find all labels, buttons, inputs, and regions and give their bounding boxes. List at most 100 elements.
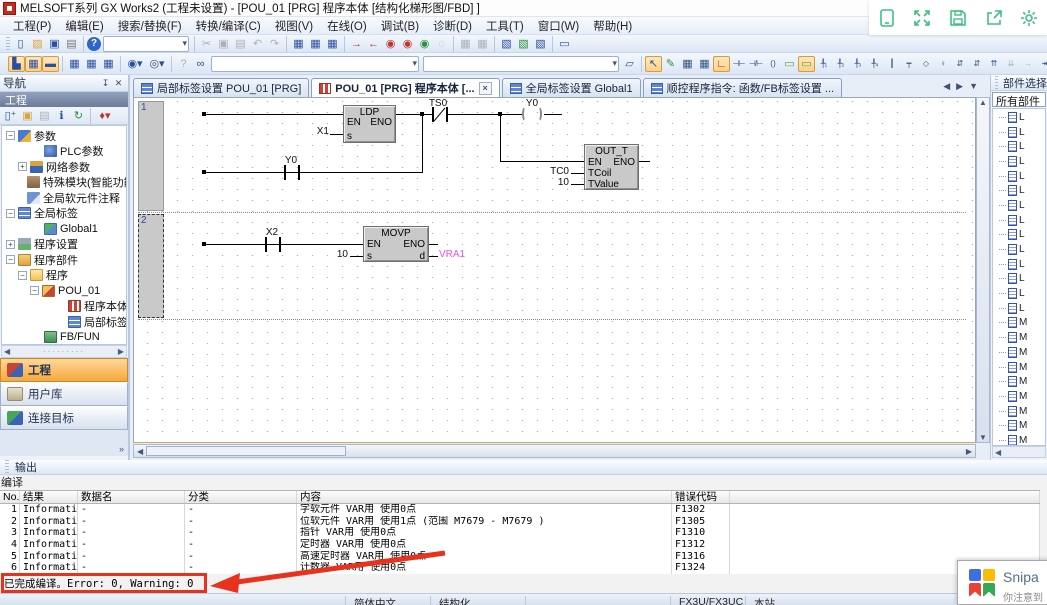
undo-icon[interactable]: ↶ [249,36,266,52]
toolbar-grip[interactable] [6,37,10,51]
pin-icon[interactable]: ↧ [99,77,112,90]
open-branch-icon[interactable]: ╀₁ [815,56,832,72]
tree-item-pou01[interactable]: − POU_01 [2,283,126,299]
vertical-line-icon[interactable]: ┃ [883,56,900,72]
interconnect-mode-icon[interactable]: ✎ [662,56,679,72]
table-row[interactable]: 2 Information - - 位软元件 VAR用 使用1点 (范围 M76… [0,516,1040,528]
parts-list-item[interactable]: M [993,330,1045,345]
list-edit-icon[interactable]: ⇊ [1002,56,1019,72]
menu-item[interactable]: 在线(O) [320,16,374,36]
open-contact-icon[interactable]: ⊣⊢ [730,56,747,72]
parts-list-item[interactable]: L [993,139,1045,154]
parallel-close-icon[interactable]: ╀₄ [866,56,883,72]
device-display-dropdown-icon[interactable]: ◉▾ [124,56,146,72]
window-combo[interactable] [103,36,189,52]
menu-item[interactable]: 视图(V) [268,16,320,36]
tab-global-label[interactable]: 全局标签设置 Global1 [502,78,641,97]
parts-list-item[interactable]: L [993,257,1045,272]
table-row[interactable]: 1 Information - - 字软元件 VAR用 使用0点 F1302 [0,504,1040,516]
device-test2-icon[interactable]: ▦ [474,36,491,52]
save-image-icon[interactable] [948,8,968,28]
panel-grip[interactable] [995,76,998,90]
outt-function-block[interactable]: OUT_T EN ENO TCoil TValue [584,144,639,190]
parts-list-item[interactable]: L [993,198,1045,213]
coil-icon[interactable]: ( ) [764,56,781,72]
parts-filter-dropdown[interactable]: 所有部件 [992,92,1046,107]
remote-operation-icon[interactable]: ▭ [556,36,573,52]
jump-icon[interactable]: → [1019,56,1036,72]
rung1-margin[interactable]: 1 [138,101,164,211]
help-icon[interactable]: ? [87,37,101,51]
copy-data-icon[interactable]: ▣ [19,108,36,124]
expander-icon[interactable]: − [6,209,15,218]
tree-item-plc-parameter[interactable]: PLC参数 [2,144,126,160]
tab-instruction-help[interactable]: 顺控程序指令: 函数/FB标签设置 ... [643,78,842,97]
value-label-10[interactable]: 10 [330,249,348,260]
print-icon[interactable]: ▤ [63,36,80,52]
parts-list-item[interactable]: M [993,316,1045,331]
guided-mode-icon[interactable]: ▦ [679,56,696,72]
close-icon[interactable]: ✕ [112,77,125,90]
tab-local-label[interactable]: 局部标签设置 POU_01 [PRG] [133,78,309,97]
write-to-plc-icon[interactable]: → [348,36,365,52]
menu-item[interactable]: 工程(P) [6,16,58,36]
panel-grip[interactable] [5,460,9,474]
parts-list-item[interactable]: M [993,345,1045,360]
comment-display-icon[interactable]: ▧ [498,36,515,52]
movp-function-block[interactable]: MOVP EN ENO s d [363,226,429,262]
tree-item-parameter[interactable]: − 参数 [2,128,126,144]
horizontal-line-icon[interactable]: ┯ [900,56,917,72]
input-label-icon[interactable]: ⇵ [951,56,968,72]
device-comment-icon[interactable]: ▦ [290,36,307,52]
docking-window-icon[interactable]: ▬ [42,56,59,72]
rising-pulse-icon[interactable]: ◇ [917,56,934,72]
note-display-icon[interactable]: ▧ [532,36,549,52]
falling-pulse-icon[interactable]: ♀ [934,56,951,72]
tab-program-body[interactable]: POU_01 [PRG] 程序本体 [... × [311,78,499,97]
export-icon[interactable] [984,8,1004,28]
menu-item[interactable]: 搜索/替换(F) [111,16,189,36]
capture-window-icon[interactable] [877,8,897,28]
device-label-x2[interactable]: X2 [257,227,287,238]
snipaste-notification[interactable]: Snipa 你注意到 [957,560,1047,605]
monitor-mode-icon[interactable]: ◉ [416,36,433,52]
line-mode-icon[interactable]: ∟ [713,56,730,72]
device-test1-icon[interactable]: ▦ [457,36,474,52]
table-row[interactable]: 5 Information - - 高速定时器 VAR用 使用0点 F1316 [0,551,1040,563]
column-header[interactable]: 错误代码 [672,491,730,503]
rung2-margin-selected[interactable]: 2 [138,214,164,318]
parts-list-item[interactable]: M [993,374,1045,389]
paste-icon[interactable]: ▤ [232,36,249,52]
inline-st-icon[interactable]: ⇈ [985,56,1002,72]
zoom-page-icon[interactable]: ▱ [621,56,638,72]
parts-list-item[interactable]: L [993,242,1045,257]
tree-item-program[interactable]: − 程序 [2,268,126,284]
parts-list-item[interactable]: M [993,418,1045,433]
parts-list-item[interactable]: L [993,169,1045,184]
menu-item[interactable]: 诊断(D) [426,16,479,36]
tree-item-program-parts[interactable]: − 程序部件 [2,252,126,268]
help2-icon[interactable]: ? [175,56,192,72]
settings-gear-icon[interactable] [1019,8,1039,28]
data-info-icon[interactable]: ℹ [53,108,70,124]
refresh-icon[interactable]: ↻ [70,108,87,124]
nav-button-connection[interactable]: 连接目标 [0,406,128,430]
tree-item-fbfun[interactable]: FB/FUN [2,330,126,346]
project-tree-toggle-icon[interactable]: ▙ [8,56,25,72]
column-header[interactable]: No. [0,491,20,503]
save-icon[interactable]: ▣ [46,36,63,52]
module-config-icon[interactable]: ▦ [25,56,42,72]
tree-item-global-device-comment[interactable]: 全局软元件注释 [2,190,126,206]
device-label-tc0[interactable]: TC0 [539,166,569,177]
device-label-vra1[interactable]: VRA1 [439,249,475,260]
expander-icon[interactable]: − [30,286,39,295]
parts-list-item[interactable]: L [993,228,1045,243]
parts-list-item[interactable]: M [993,433,1045,446]
column-header[interactable]: 内容 [297,491,672,503]
select-mode-icon[interactable]: ↖ [645,56,662,72]
close-branch-icon[interactable]: ╀₂ [832,56,849,72]
nav-button-user-library[interactable]: 用户库 [0,382,128,406]
tree-item-global-label[interactable]: − 全局标签 [2,206,126,222]
parts-list-item[interactable]: M [993,360,1045,375]
tree-item-program-setting[interactable]: + 程序设置 [2,237,126,253]
